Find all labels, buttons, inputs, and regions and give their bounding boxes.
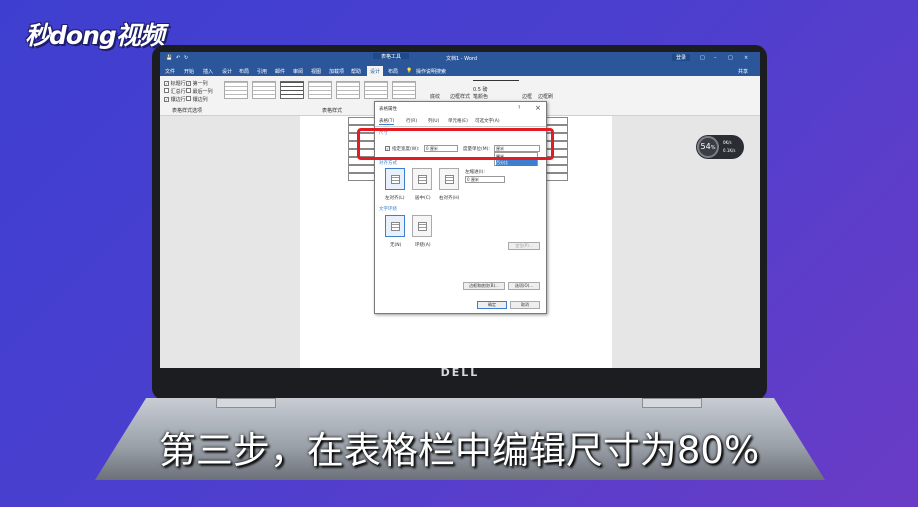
tab-file[interactable]: 文件 xyxy=(165,68,175,75)
tab-home[interactable]: 开始 xyxy=(184,68,194,75)
signin-button[interactable]: 登录 xyxy=(672,54,691,61)
pen-weight-select[interactable]: 0.5 磅 xyxy=(473,86,488,93)
video-logo: 秒dong视频 xyxy=(25,21,165,50)
check-first-column[interactable]: ✓ 第一列 xyxy=(186,80,208,87)
word-titlebar: 💾 ↶ ↻ 表格工具 文档1 - Word 登录 □ – □ × xyxy=(160,52,760,65)
wrap-none-option[interactable] xyxy=(385,215,405,237)
borders-shading-button[interactable]: 边框和底纹(B)... xyxy=(463,282,505,290)
tab-row[interactable]: 行(R) xyxy=(406,118,417,124)
tab-review[interactable]: 审阅 xyxy=(293,68,303,75)
close-icon[interactable]: × xyxy=(535,104,541,112)
tab-alt-text[interactable]: 可选文字(A) xyxy=(475,118,500,124)
table-style-6[interactable] xyxy=(364,81,388,99)
check-banded-rows[interactable]: ✓ 镶边行 xyxy=(164,96,186,103)
line-style-select[interactable] xyxy=(473,80,519,81)
position-button[interactable]: 定位(P)... xyxy=(508,242,540,250)
wrap-around-label: 环绕(A) xyxy=(415,243,431,248)
checkbox-icon: ✓ xyxy=(164,97,169,102)
subtitle-caption: 第三步，在表格栏中编辑尺寸为80% xyxy=(158,429,760,472)
tell-me-search[interactable]: 操作说明搜索 xyxy=(416,68,446,75)
tab-cell[interactable]: 单元格(E) xyxy=(448,118,468,124)
checkbox-icon: ✓ xyxy=(186,81,191,86)
check-total-row[interactable]: 汇总行 xyxy=(164,88,186,95)
align-right-label: 右对齐(H) xyxy=(439,196,460,201)
alignment-section-label: 对齐方式 xyxy=(379,161,397,166)
cpu-gauge: 54% xyxy=(697,136,719,158)
align-left-icon xyxy=(391,175,400,184)
undo-icon[interactable]: ↶ xyxy=(176,55,180,61)
check-header-row[interactable]: ✓ 标题行 xyxy=(164,80,186,87)
ok-button[interactable]: 确定 xyxy=(477,301,507,309)
save-icon[interactable]: 💾 xyxy=(166,55,172,61)
shading-button[interactable]: 底纹 xyxy=(430,93,440,100)
tab-view[interactable]: 视图 xyxy=(311,68,321,75)
help-icon[interactable]: ? xyxy=(518,106,520,111)
share-button[interactable]: 共享 xyxy=(738,68,748,75)
wrap-around-option[interactable] xyxy=(412,215,432,237)
red-highlight-box xyxy=(357,128,554,160)
ribbon-display-icon[interactable]: □ xyxy=(700,55,705,61)
align-right-icon xyxy=(445,175,454,184)
align-center-option[interactable] xyxy=(412,168,432,190)
table-style-3[interactable] xyxy=(280,81,304,99)
check-last-column[interactable]: 最后一列 xyxy=(186,88,213,95)
tab-layout[interactable]: 布局 xyxy=(239,68,249,75)
option-percent[interactable]: 百分比 xyxy=(496,160,537,166)
wrap-around-icon xyxy=(418,222,427,231)
tab-references[interactable]: 引用 xyxy=(257,68,267,75)
tab-insert[interactable]: 插入 xyxy=(203,68,213,75)
tab-divider xyxy=(375,126,546,127)
table-style-2[interactable] xyxy=(252,81,276,99)
checkbox-icon: ✓ xyxy=(164,81,169,86)
tab-design[interactable]: 设计 xyxy=(222,68,232,75)
tab-mailings[interactable]: 邮件 xyxy=(275,68,285,75)
wrap-none-label: 无(N) xyxy=(390,243,402,248)
cancel-button[interactable]: 取消 xyxy=(510,301,540,309)
group-table-styles-label: 表格样式 xyxy=(322,108,343,114)
maximize-icon[interactable]: □ xyxy=(728,55,733,61)
download-speed: 0.1K/s xyxy=(723,148,736,153)
align-center-icon xyxy=(418,175,427,184)
network-speed-widget: 54% 0K/s 0.1K/s xyxy=(696,135,744,159)
tab-help[interactable]: 帮助 xyxy=(351,68,361,75)
laptop-hinge-left xyxy=(216,398,276,408)
close-icon[interactable]: × xyxy=(744,55,748,61)
tab-table-layout[interactable]: 布局 xyxy=(388,68,398,75)
tab-addins[interactable]: 加载项 xyxy=(329,68,344,75)
borders-button[interactable]: 边框 xyxy=(522,93,532,100)
align-center-label: 居中(C) xyxy=(415,196,431,201)
tab-column[interactable]: 列(U) xyxy=(428,118,439,124)
laptop-hinge-right xyxy=(642,398,702,408)
tab-table[interactable]: 表格(T) xyxy=(379,118,395,125)
border-painter-button[interactable]: 边框刷 xyxy=(538,93,553,100)
dialog-title: 表格属性 xyxy=(379,107,397,112)
table-style-7[interactable] xyxy=(392,81,416,99)
align-right-option[interactable] xyxy=(439,168,459,190)
options-button[interactable]: 选项(O)... xyxy=(508,282,540,290)
checkbox-icon xyxy=(164,88,169,93)
wrap-section-label: 文字环绕 xyxy=(379,207,397,212)
table-style-5[interactable] xyxy=(336,81,360,99)
word-menubar: 文件 开始 插入 设计 布局 引用 邮件 审阅 视图 加载项 帮助 设计 布局 … xyxy=(160,65,760,77)
checkbox-icon xyxy=(186,96,191,101)
upload-speed: 0K/s xyxy=(723,140,732,145)
align-left-label: 左对齐(L) xyxy=(385,196,405,201)
lightbulb-icon: 💡 xyxy=(406,68,413,74)
check-banded-columns[interactable]: 镶边列 xyxy=(186,96,208,103)
laptop-brand-logo: DELL xyxy=(440,366,480,379)
checkbox-icon xyxy=(186,88,191,93)
indent-label: 左缩进(I): xyxy=(465,170,485,175)
align-left-option[interactable] xyxy=(385,168,405,190)
table-style-1[interactable] xyxy=(224,81,248,99)
minimize-icon[interactable]: – xyxy=(714,55,717,61)
context-tab-label: 表格工具 xyxy=(373,53,410,60)
table-style-4[interactable] xyxy=(308,81,332,99)
doc-title: 文档1 - Word xyxy=(446,56,478,62)
wrap-none-icon xyxy=(391,222,400,231)
redo-icon[interactable]: ↻ xyxy=(184,55,188,61)
indent-input[interactable]: 0 厘米 xyxy=(465,176,505,183)
pen-color-button[interactable]: 笔颜色 xyxy=(473,93,488,100)
group-style-options-label: 表格样式选项 xyxy=(172,108,203,114)
border-styles-button[interactable]: 边框样式 xyxy=(450,93,470,100)
